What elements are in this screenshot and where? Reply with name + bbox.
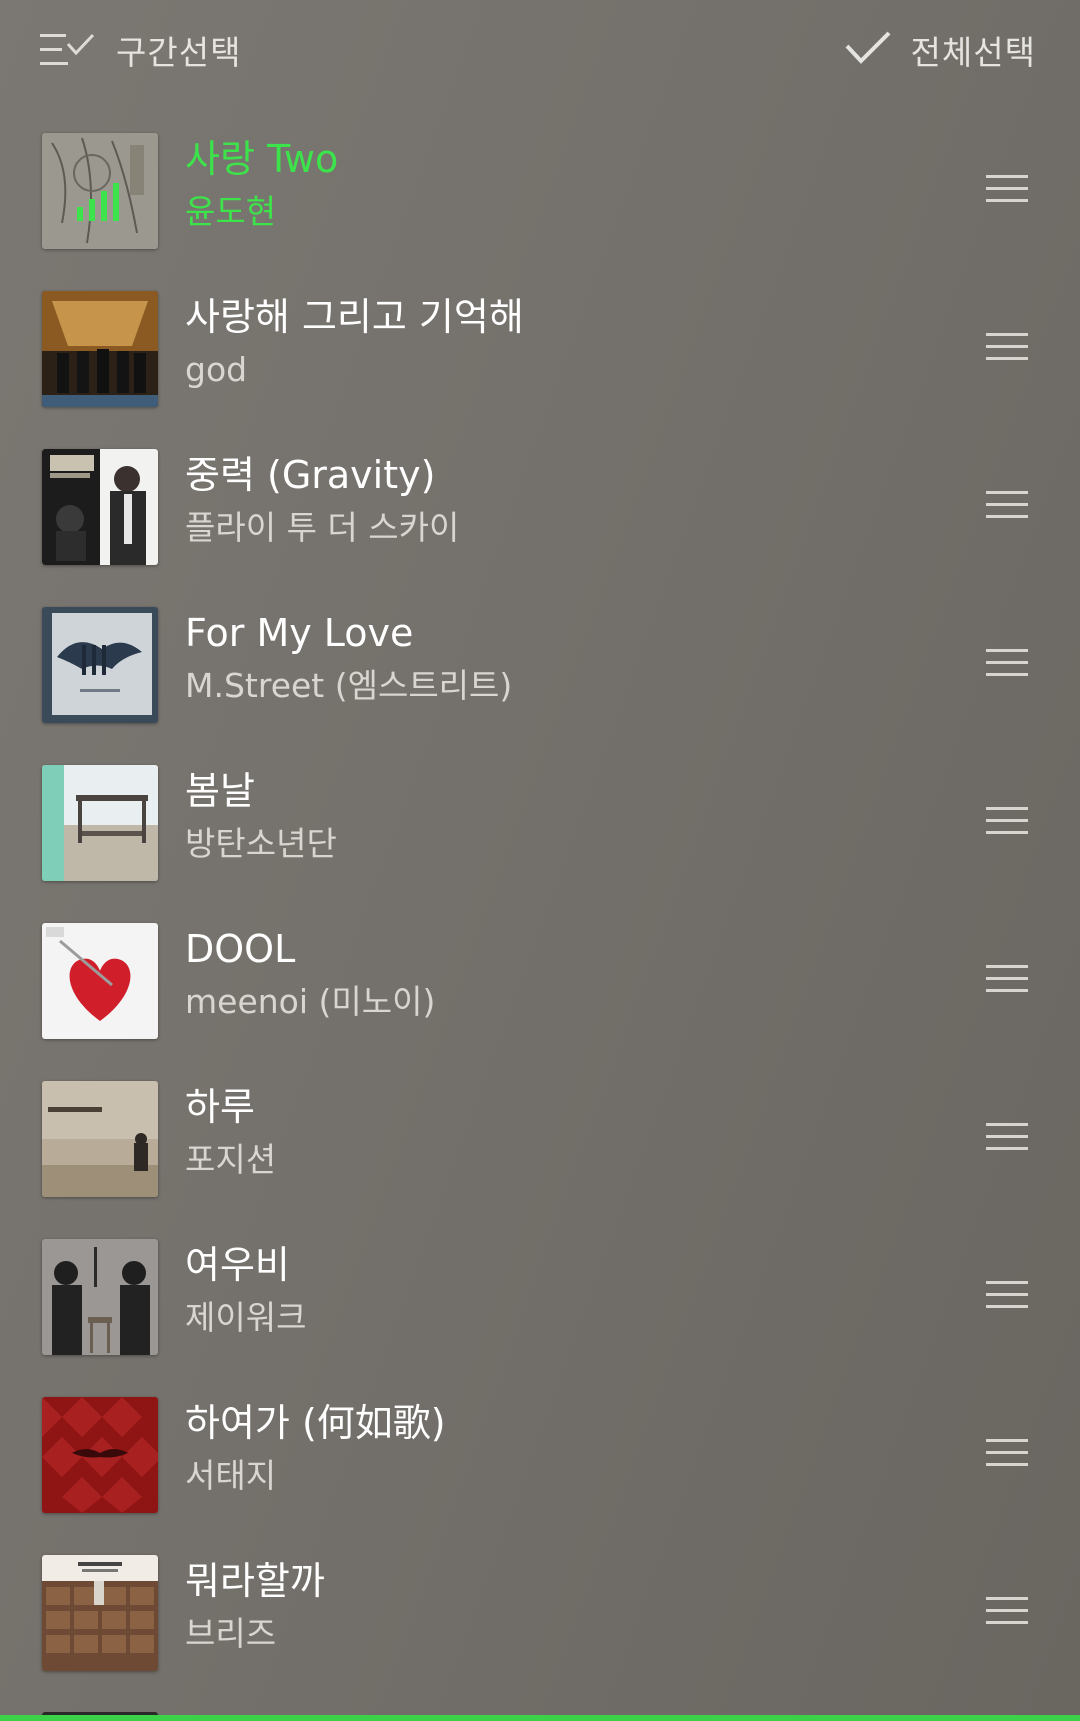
track-title: For My Love [185, 611, 414, 655]
drag-handle-icon[interactable] [986, 490, 1028, 520]
track-title: 사랑해 그리고 기억해 [185, 295, 524, 339]
meenoi-album-art [42, 923, 158, 1039]
gravity-album-art [42, 449, 158, 565]
position-album-art [42, 1081, 158, 1197]
track-title: 봄날 [185, 769, 255, 813]
top-bar: 구간선택 전체선택 [0, 0, 1080, 100]
now-playing-equalizer-icon [77, 183, 119, 221]
playlist-item[interactable]: 하여가 (何如歌) 서태지 [0, 1384, 1080, 1542]
playlist-item[interactable]: 사랑 Two 윤도현 [0, 120, 1080, 278]
playlist-item[interactable]: For My Love M.Street (엠스트리트) [0, 594, 1080, 752]
playlist: 사랑 Two 윤도현 사랑해 그리고 기억해 god 중력 (Gravity) … [0, 120, 1080, 1700]
playlist-item[interactable]: 봄날 방탄소년단 [0, 752, 1080, 910]
track-artist: meenoi (미노이) [185, 982, 436, 1021]
seo-taiji-album-art [42, 1397, 158, 1513]
playlist-item[interactable]: DOOL meenoi (미노이) [0, 910, 1080, 1068]
playlist-item[interactable]: 하루 포지션 [0, 1068, 1080, 1226]
drag-handle-icon[interactable] [986, 1596, 1028, 1626]
playlist-item[interactable]: 뭐라할까 브리즈 [0, 1542, 1080, 1700]
track-artist: god [185, 350, 248, 389]
checkmark-icon [845, 30, 891, 70]
playlist-item[interactable]: 여우비 제이워크 [0, 1226, 1080, 1384]
track-title: 하여가 (何如歌) [185, 1401, 446, 1445]
track-artist: 제이워크 [185, 1298, 307, 1337]
range-select-button[interactable]: 구간선택 [40, 22, 241, 78]
drag-handle-icon[interactable] [986, 964, 1028, 994]
drag-handle-icon[interactable] [986, 1438, 1028, 1468]
yoon-do-hyun-album-art [42, 133, 158, 249]
bts-spring-day-album-art [42, 765, 158, 881]
list-check-icon [40, 30, 96, 70]
the-breeze-album-art [42, 1555, 158, 1671]
track-title: 뭐라할까 [185, 1559, 325, 1603]
track-title: 하루 [185, 1085, 255, 1129]
track-artist: 방탄소년단 [185, 824, 337, 863]
god-album-art [42, 291, 158, 407]
track-artist: 서태지 [185, 1456, 277, 1495]
select-all-label: 전체선택 [910, 33, 1036, 72]
playlist-item[interactable]: 중력 (Gravity) 플라이 투 더 스카이 [0, 436, 1080, 594]
track-title: 중력 (Gravity) [185, 453, 436, 497]
drag-handle-icon[interactable] [986, 174, 1028, 204]
mstreet-album-art [42, 607, 158, 723]
track-artist: 플라이 투 더 스카이 [185, 508, 460, 547]
drag-handle-icon[interactable] [986, 806, 1028, 836]
track-title: DOOL [185, 927, 296, 971]
track-title: 여우비 [185, 1243, 290, 1287]
drag-handle-icon[interactable] [986, 1122, 1028, 1152]
drag-handle-icon[interactable] [986, 648, 1028, 678]
select-all-button[interactable]: 전체선택 [845, 22, 1036, 78]
jwalk-album-art [42, 1239, 158, 1355]
track-artist: 브리즈 [185, 1614, 277, 1653]
drag-handle-icon[interactable] [986, 332, 1028, 362]
playlist-item[interactable]: 사랑해 그리고 기억해 god [0, 278, 1080, 436]
drag-handle-icon[interactable] [986, 1280, 1028, 1310]
track-artist: 포지션 [185, 1140, 277, 1179]
range-select-label: 구간선택 [116, 33, 242, 72]
track-artist: 윤도현 [185, 192, 277, 231]
track-title: 사랑 Two [185, 137, 339, 181]
playback-progress-bar [0, 1715, 1080, 1721]
track-artist: M.Street (엠스트리트) [185, 666, 513, 705]
